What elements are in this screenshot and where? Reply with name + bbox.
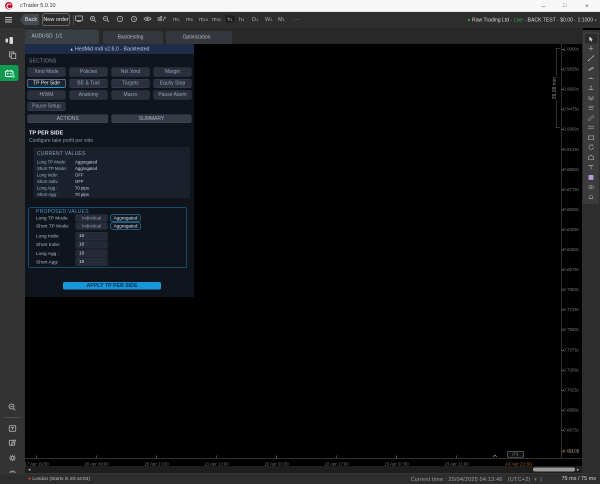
- svg-text:f: f: [119, 17, 121, 22]
